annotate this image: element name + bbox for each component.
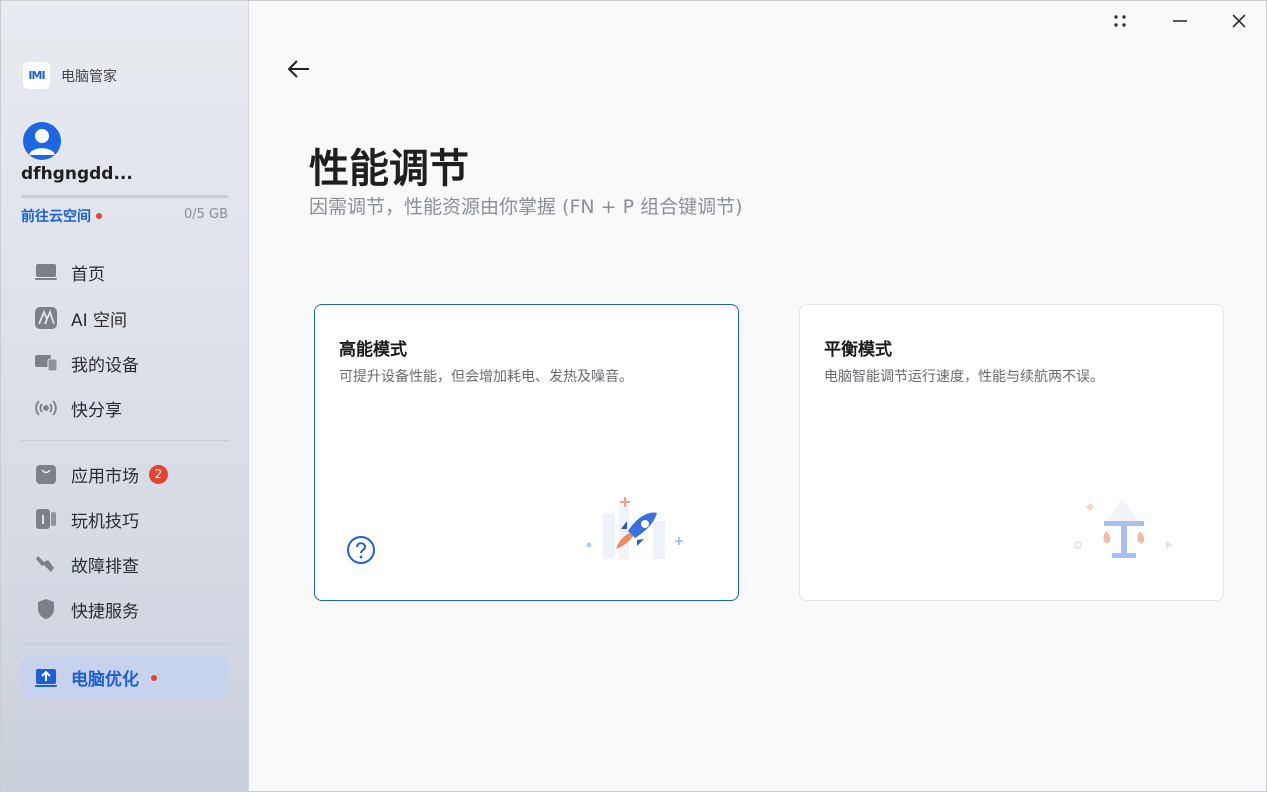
- card-description: 可提升设备性能，但会增加耗电、发热及噪音。: [339, 369, 633, 385]
- store-icon: [34, 462, 58, 486]
- card-description: 电脑智能调节运行速度，性能与续航两不误。: [824, 369, 1104, 385]
- sidebar-item-app-store[interactable]: 应用市场 2: [21, 453, 229, 495]
- sidebar: IMI 电脑管家 dfhgngdd... 前往云空间 0/5 GB 首页 AI …: [1, 1, 249, 792]
- sidebar-item-label: 电脑优化: [71, 670, 139, 690]
- sidebar-item-label: 快捷服务: [71, 601, 139, 622]
- balanced-mode-card[interactable]: 平衡模式 电脑智能调节运行速度，性能与续航两不误。: [799, 304, 1224, 601]
- sidebar-item-quick-share[interactable]: 快分享: [21, 387, 229, 429]
- laptop-icon: [34, 260, 58, 284]
- sidebar-item-label: 快分享: [71, 400, 122, 421]
- sidebar-item-optimize[interactable]: 电脑优化: [21, 655, 229, 700]
- balance-scale-icon: [1070, 493, 1180, 577]
- back-arrow-icon[interactable]: [285, 56, 313, 82]
- sidebar-item-label: 玩机技巧: [71, 511, 139, 532]
- minimize-icon[interactable]: [1165, 9, 1195, 33]
- sidebar-item-my-devices[interactable]: 我的设备: [21, 342, 229, 384]
- brand: IMI 电脑管家: [23, 62, 117, 89]
- card-title: 平衡模式: [824, 340, 892, 360]
- storage-progress-bar: [21, 195, 228, 198]
- app-name: 电脑管家: [61, 68, 117, 85]
- wrench-icon: [34, 552, 58, 576]
- card-title: 高能模式: [339, 340, 407, 360]
- sidebar-item-ai-space[interactable]: AI 空间: [21, 297, 229, 339]
- share-icon: [34, 396, 58, 420]
- app-logo-icon: IMI: [23, 62, 50, 89]
- sidebar-item-tips[interactable]: 玩机技巧: [21, 498, 229, 540]
- avatar[interactable]: [23, 122, 61, 160]
- cloud-space-label[interactable]: 前往云空间: [21, 206, 91, 226]
- sidebar-item-label: AI 空间: [71, 310, 128, 331]
- ai-icon: [34, 306, 58, 330]
- sidebar-item-home[interactable]: 首页: [21, 251, 229, 293]
- close-icon[interactable]: [1224, 9, 1254, 33]
- shield-icon: [34, 597, 58, 621]
- rocket-icon: [583, 491, 693, 575]
- sidebar-item-label: 故障排查: [71, 556, 139, 577]
- help-icon[interactable]: [346, 535, 376, 565]
- sidebar-item-troubleshoot[interactable]: 故障排查: [21, 543, 229, 585]
- page-subtitle: 因需调节，性能资源由你掌握 (FN + P 组合键调节): [309, 196, 743, 218]
- app-window: IMI 电脑管家 dfhgngdd... 前往云空间 0/5 GB 首页 AI …: [0, 0, 1267, 792]
- sidebar-divider: [21, 440, 229, 441]
- notification-dot: [151, 674, 157, 681]
- more-icon[interactable]: [1105, 9, 1135, 33]
- app-store-badge: 2: [149, 464, 168, 484]
- devices-icon: [34, 351, 58, 375]
- sidebar-item-label: 应用市场: [71, 466, 139, 487]
- tips-icon: [34, 507, 58, 531]
- username[interactable]: dfhgngdd...: [21, 164, 133, 184]
- cloud-space-link[interactable]: 前往云空间: [21, 206, 102, 226]
- storage-usage: 0/5 GB: [183, 207, 228, 222]
- optimize-icon: [34, 666, 58, 690]
- sidebar-divider: [21, 644, 229, 645]
- sidebar-item-quick-service[interactable]: 快捷服务: [21, 588, 229, 630]
- sidebar-item-label: 我的设备: [71, 355, 139, 376]
- notification-dot: [96, 213, 102, 219]
- high-performance-mode-card[interactable]: 高能模式 可提升设备性能，但会增加耗电、发热及噪音。: [314, 304, 739, 601]
- page-title: 性能调节: [309, 146, 469, 192]
- sidebar-item-label: 首页: [71, 264, 105, 285]
